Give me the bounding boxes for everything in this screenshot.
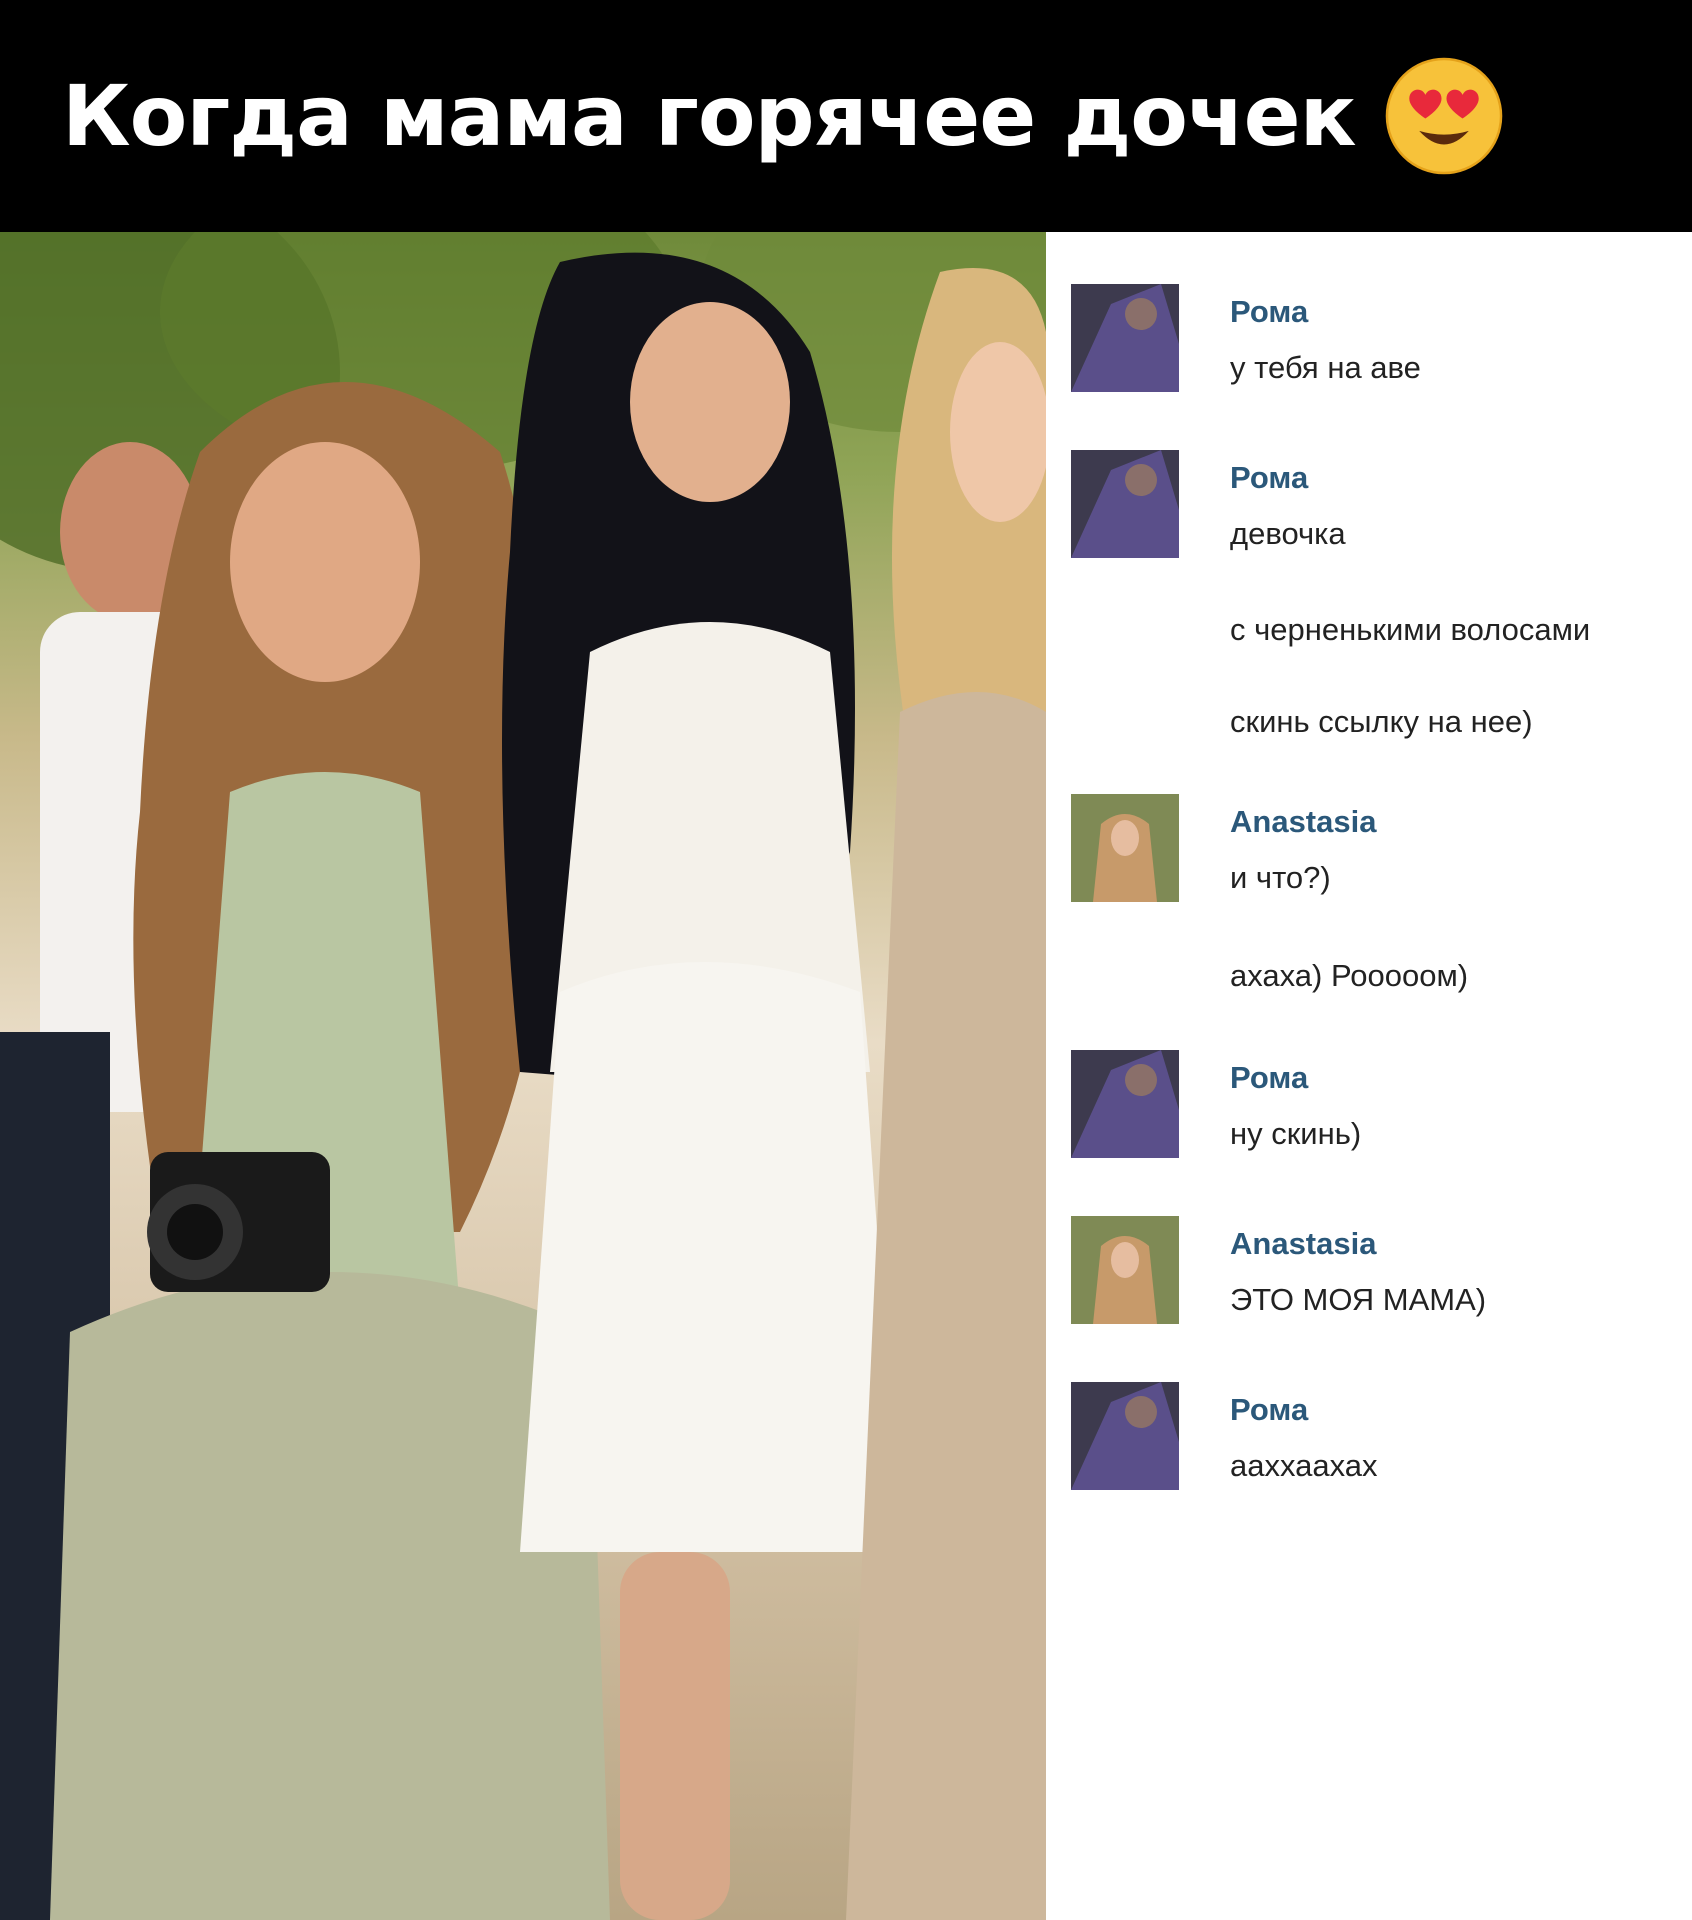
message-author[interactable]: Рома <box>1230 294 1308 330</box>
message-author[interactable]: Anastasia <box>1230 1226 1376 1262</box>
message-text: ЭТО МОЯ МАМА) <box>1230 1282 1487 1317</box>
message-text: у тебя на аве <box>1230 350 1421 385</box>
chat-panel: Рома у тебя на аве Рома девочка с чернен… <box>1046 232 1692 1920</box>
roma-avatar[interactable] <box>1071 450 1179 558</box>
photo-illustration <box>0 232 1046 1920</box>
message-text: ахаха) Рооооом) <box>1230 958 1469 993</box>
message-author[interactable]: Рома <box>1230 1060 1308 1096</box>
message-text: девочка <box>1230 516 1346 551</box>
message-text: ааххаахах <box>1230 1448 1378 1483</box>
anastasia-avatar[interactable] <box>1071 1216 1179 1324</box>
roma-avatar[interactable] <box>1071 1382 1179 1490</box>
anastasia-avatar[interactable] <box>1071 794 1179 902</box>
message-author[interactable]: Рома <box>1230 460 1308 496</box>
header-banner: Когда мама горячее дочек <box>0 0 1692 232</box>
message-text: ну скинь) <box>1230 1116 1362 1151</box>
banner-title: Когда мама горячее дочек <box>62 67 1357 165</box>
roma-avatar[interactable] <box>1071 1050 1179 1158</box>
message-author[interactable]: Anastasia <box>1230 804 1376 840</box>
message-text: с черненькими волосами <box>1230 612 1591 647</box>
group-photo <box>0 232 1046 1920</box>
message-text: и что?) <box>1230 860 1331 895</box>
message-author[interactable]: Рома <box>1230 1392 1308 1428</box>
heart-eyes-emoji-icon <box>1385 57 1502 175</box>
roma-avatar[interactable] <box>1071 284 1179 392</box>
message-text: скинь ссылку на нее) <box>1230 704 1533 739</box>
